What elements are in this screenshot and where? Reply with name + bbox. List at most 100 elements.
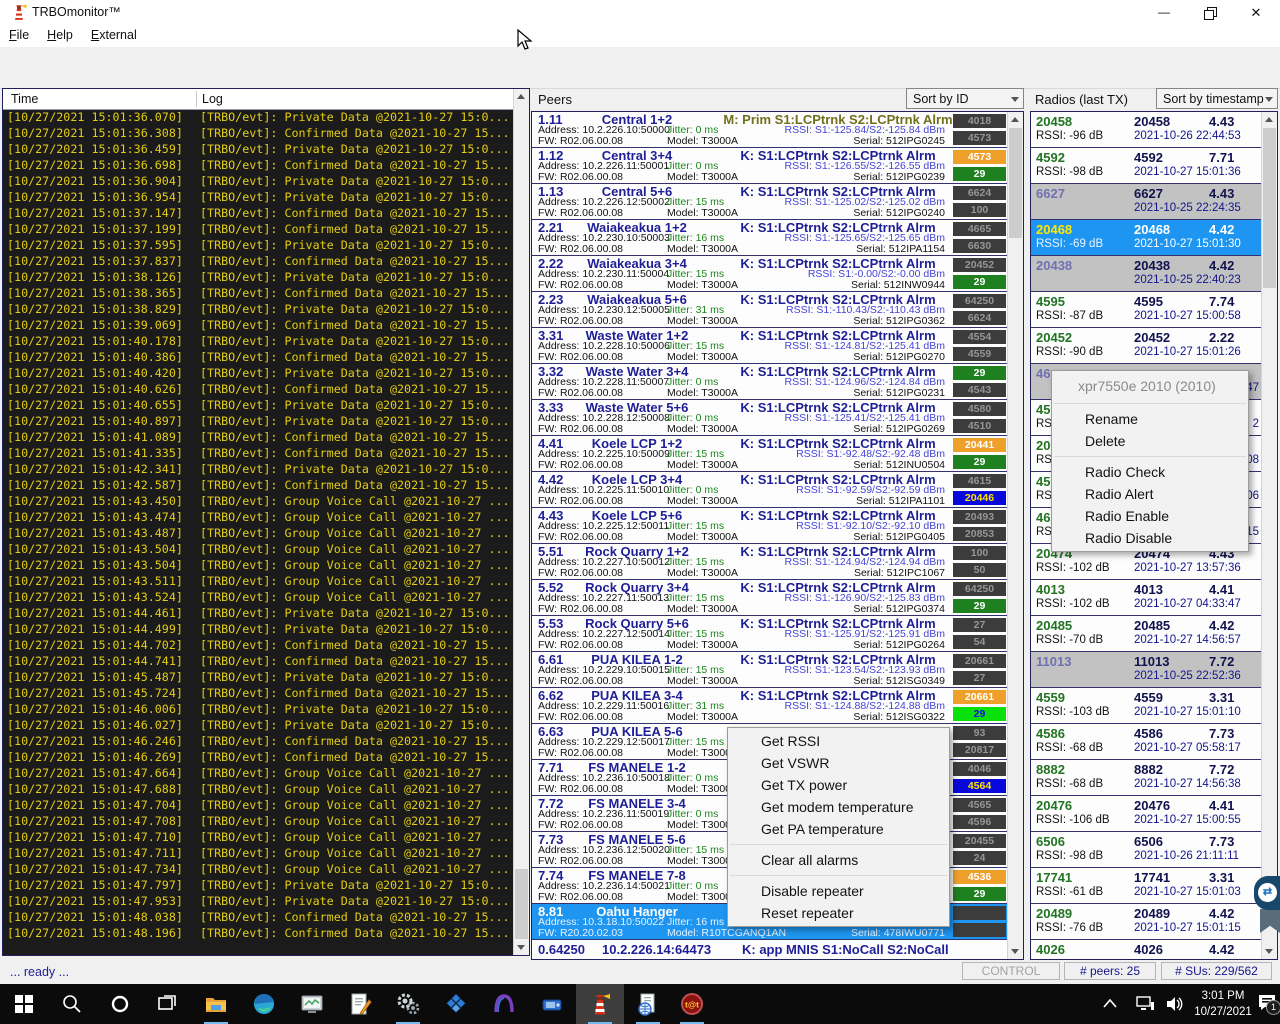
headset-app-icon[interactable]	[480, 984, 528, 1024]
log-row[interactable]: [10/27/2021 15:01:38.365][TRBO/evt]: Con…	[3, 285, 514, 301]
talkgroup-badge[interactable]: 4510	[953, 419, 1006, 433]
menu-item-get-tx-power[interactable]: Get TX power	[728, 774, 949, 796]
log-row[interactable]: [10/27/2021 15:01:46.246][TRBO/evt]: Con…	[3, 733, 514, 749]
peer-row-5.53[interactable]: 5.53Rock Quarry 5+6K: S1:LCPtrnk S2:LCPt…	[532, 616, 1008, 652]
doc-viewer-app-icon[interactable]	[624, 984, 672, 1024]
talkgroup-badge[interactable]: 4665	[953, 222, 1006, 236]
notes-app-icon[interactable]	[336, 984, 384, 1024]
radio-row-20438[interactable]: 20438204384.422021-10-25 22:40:23	[1031, 256, 1262, 292]
menu-item-get-rssi[interactable]: Get RSSI	[728, 730, 949, 752]
talkgroup-badge[interactable]: 20853	[953, 527, 1006, 541]
talkgroup-badge[interactable]: 4573	[953, 131, 1006, 145]
talkgroup-badge[interactable]: 100	[953, 203, 1006, 217]
log-row[interactable]: [10/27/2021 15:01:43.450][TRBO/evt]: Gro…	[3, 493, 514, 509]
log-row[interactable]: [10/27/2021 15:01:37.837][TRBO/evt]: Con…	[3, 253, 514, 269]
log-row[interactable]: [10/27/2021 15:01:40.626][TRBO/evt]: Con…	[3, 381, 514, 397]
peer-row-4.43[interactable]: 4.43Koele LCP 5+6K: S1:LCPtrnk S2:LCPtrn…	[532, 508, 1008, 544]
monitor-app-icon[interactable]	[288, 984, 336, 1024]
scroll-down-arrow[interactable]	[514, 940, 529, 955]
edge-icon[interactable]	[240, 984, 288, 1024]
radio-row-6627[interactable]: 662766274.432021-10-25 22:24:35	[1031, 184, 1262, 220]
log-row[interactable]: [10/27/2021 15:01:40.897][TRBO/evt]: Pri…	[3, 413, 514, 429]
log-row[interactable]: [10/27/2021 15:01:43.487][TRBO/evt]: Gro…	[3, 525, 514, 541]
log-column-log[interactable]: Log	[202, 92, 223, 106]
log-row[interactable]: [10/27/2021 15:01:47.734][TRBO/evt]: Gro…	[3, 861, 514, 877]
peer-row-5.51[interactable]: 5.51Rock Quarry 1+2K: S1:LCPtrnk S2:LCPt…	[532, 544, 1008, 580]
peer-row-2.22[interactable]: 2.22Waiakeakua 3+4K: S1:LCPtrnk S2:LCPtr…	[532, 256, 1008, 292]
menu-item-reset-repeater[interactable]: Reset repeater	[728, 902, 949, 924]
talkgroup-badge[interactable]: 4564	[953, 779, 1006, 793]
log-row[interactable]: [10/27/2021 15:01:36.698][TRBO/evt]: Con…	[3, 157, 514, 173]
log-column-time[interactable]: Time	[11, 92, 38, 106]
log-scrollbar[interactable]	[513, 89, 529, 955]
radio-row-4026[interactable]: 402640264.42	[1031, 940, 1262, 960]
talkgroup-badge[interactable]: 29	[953, 599, 1006, 613]
log-row[interactable]: [10/27/2021 15:01:36.459][TRBO/evt]: Pri…	[3, 141, 514, 157]
scroll-thumb[interactable]	[1263, 128, 1276, 288]
scroll-up-arrow[interactable]	[1008, 112, 1023, 127]
log-row[interactable]: [10/27/2021 15:01:46.269][TRBO/evt]: Con…	[3, 749, 514, 765]
log-row[interactable]: [10/27/2021 15:01:40.420][TRBO/evt]: Pri…	[3, 365, 514, 381]
radio-row-17741[interactable]: 17741177413.31RSSI: -61 dB2021-10-27 15:…	[1031, 868, 1262, 904]
scroll-down-arrow[interactable]	[1008, 944, 1023, 959]
radio-row-20476[interactable]: 20476204764.41RSSI: -106 dB2021-10-27 15…	[1031, 796, 1262, 832]
peer-row-3.33[interactable]: 3.33Waste Water 5+6K: S1:LCPtrnk S2:LCPt…	[532, 400, 1008, 436]
tat-app-icon[interactable]: t@t	[668, 984, 716, 1024]
menu-item-delete[interactable]: Delete	[1052, 430, 1248, 452]
radio-row-20485[interactable]: 20485204854.42RSSI: -70 dB2021-10-27 14:…	[1031, 616, 1262, 652]
network-tray-icon[interactable]	[1136, 996, 1155, 1012]
log-row[interactable]: [10/27/2021 15:01:44.741][TRBO/evt]: Con…	[3, 653, 514, 669]
talkgroup-badge[interactable]: 64250	[953, 582, 1006, 596]
menu-item-get-pa-temperature[interactable]: Get PA temperature	[728, 818, 949, 840]
log-row[interactable]: [10/27/2021 15:01:43.524][TRBO/evt]: Gro…	[3, 589, 514, 605]
log-row[interactable]: [10/27/2021 15:01:45.487][TRBO/evt]: Pri…	[3, 669, 514, 685]
talkgroup-badge[interactable]: 54	[953, 635, 1006, 649]
peer-row-6.62[interactable]: 6.62PUA KILEA 3-4K: S1:LCPtrnk S2:LCPtrn…	[532, 688, 1008, 724]
peer-row-3.32[interactable]: 3.32Waste Water 3+4K: S1:LCPtrnk S2:LCPt…	[532, 364, 1008, 400]
log-row[interactable]: [10/27/2021 15:01:47.797][TRBO/evt]: Pri…	[3, 877, 514, 893]
start-button[interactable]	[0, 984, 48, 1024]
log-column-divider[interactable]	[196, 91, 197, 107]
close-button[interactable]: ✕	[1233, 0, 1279, 25]
talkgroup-badge[interactable]: 4543	[953, 383, 1006, 397]
radio-row-20452[interactable]: 20452204522.22RSSI: -90 dB2021-10-27 15:…	[1031, 328, 1262, 364]
peer-row-3.31[interactable]: 3.31Waste Water 1+2K: S1:LCPtrnk S2:LCPt…	[532, 328, 1008, 364]
log-row[interactable]: [10/27/2021 15:01:42.587][TRBO/evt]: Con…	[3, 477, 514, 493]
radio-row-4013[interactable]: 401340134.41RSSI: -102 dB2021-10-27 04:3…	[1031, 580, 1262, 616]
talkgroup-badge[interactable]: 29	[953, 167, 1006, 181]
peers-scrollbar[interactable]	[1007, 112, 1023, 959]
talkgroup-badge[interactable]: 29	[953, 275, 1006, 289]
talkgroup-badge[interactable]: 20661	[953, 690, 1006, 704]
menu-item-disable-repeater[interactable]: Disable repeater	[728, 880, 949, 902]
log-row[interactable]: [10/27/2021 15:01:46.027][TRBO/evt]: Pri…	[3, 717, 514, 733]
log-row[interactable]: [10/27/2021 15:01:39.069][TRBO/evt]: Con…	[3, 317, 514, 333]
radio-row-20489[interactable]: 20489204894.42RSSI: -76 dB2021-10-27 15:…	[1031, 904, 1262, 940]
talkgroup-badge[interactable]: 4554	[953, 330, 1006, 344]
talkgroup-badge[interactable]: 20817	[953, 743, 1006, 757]
talkgroup-badge[interactable]: 6630	[953, 239, 1006, 253]
log-row[interactable]: [10/27/2021 15:01:42.341][TRBO/evt]: Pri…	[3, 461, 514, 477]
talkgroup-badge[interactable]: 27	[953, 671, 1006, 685]
log-row[interactable]: [10/27/2021 15:01:36.308][TRBO/evt]: Con…	[3, 125, 514, 141]
talkgroup-badge[interactable]: 29	[953, 707, 1006, 721]
peer-row-1.13[interactable]: 1.13Central 5+6K: S1:LCPtrnk S2:LCPtrnk …	[532, 184, 1008, 220]
log-row[interactable]: [10/27/2021 15:01:47.711][TRBO/evt]: Gro…	[3, 845, 514, 861]
log-row[interactable]: [10/27/2021 15:01:47.688][TRBO/evt]: Gro…	[3, 781, 514, 797]
log-row[interactable]: [10/27/2021 15:01:40.386][TRBO/evt]: Con…	[3, 349, 514, 365]
log-row[interactable]: [10/27/2021 15:01:44.461][TRBO/evt]: Pri…	[3, 605, 514, 621]
radio-row-20458[interactable]: 20458204584.43RSSI: -96 dB2021-10-26 22:…	[1031, 112, 1262, 148]
log-row[interactable]: [10/27/2021 15:01:43.474][TRBO/evt]: Gro…	[3, 509, 514, 525]
talkgroup-badge[interactable]: 93	[953, 726, 1006, 740]
teamviewer-edge-tab[interactable]: ⇄	[1254, 876, 1280, 938]
log-row[interactable]: [10/27/2021 15:01:38.126][TRBO/evt]: Pri…	[3, 269, 514, 285]
talkgroup-badge[interactable]: 27	[953, 618, 1006, 632]
device-app-icon[interactable]	[528, 984, 576, 1024]
menu-item-get-vswr[interactable]: Get VSWR	[728, 752, 949, 774]
talkgroup-badge[interactable]: 20446	[953, 491, 1006, 505]
log-row[interactable]: [10/27/2021 15:01:40.655][TRBO/evt]: Pri…	[3, 397, 514, 413]
menu-item-radio-check[interactable]: Radio Check	[1052, 461, 1248, 483]
talkgroup-badge[interactable]: 29	[953, 887, 1006, 901]
log-row[interactable]: [10/27/2021 15:01:43.504][TRBO/evt]: Gro…	[3, 557, 514, 573]
talkgroup-badge[interactable]: 20452	[953, 258, 1006, 272]
cube-app-icon[interactable]	[432, 984, 480, 1024]
